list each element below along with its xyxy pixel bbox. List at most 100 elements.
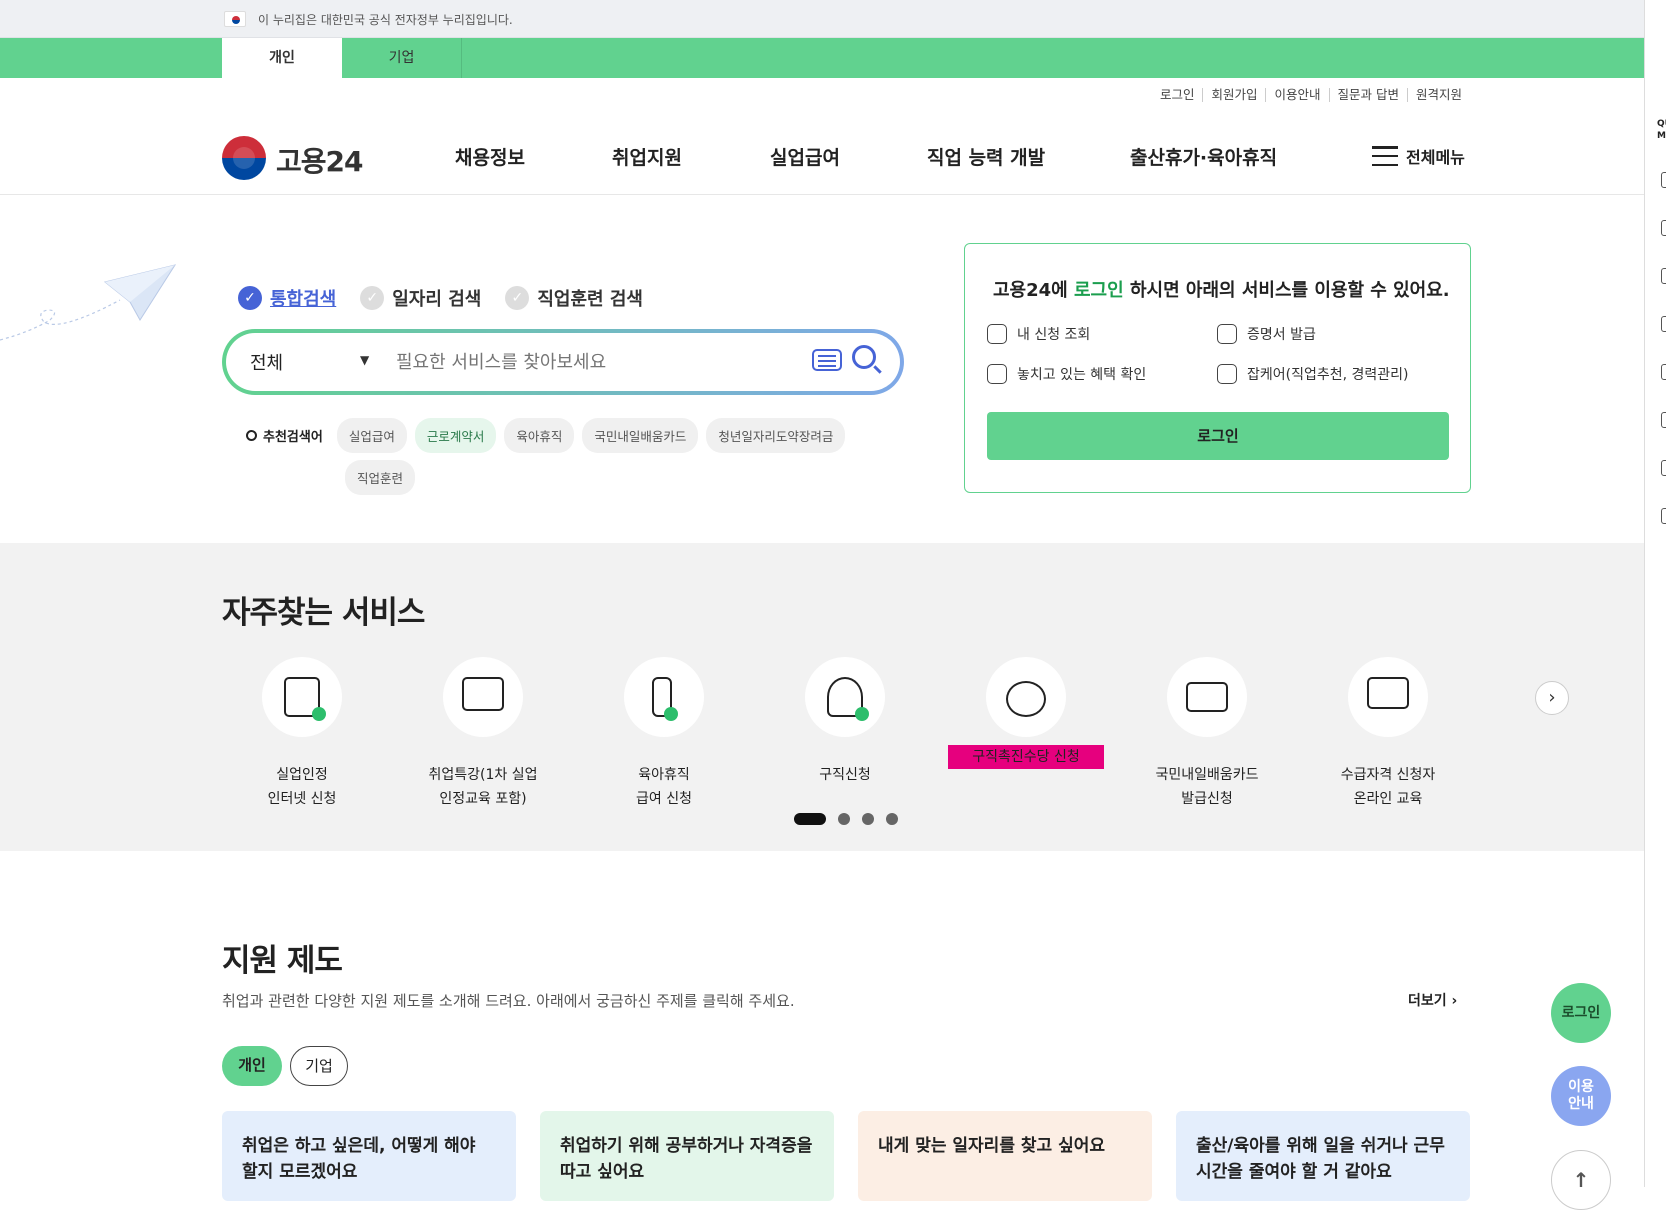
list-check-icon: [987, 324, 1007, 344]
gnb-employment-support[interactable]: 취업지원: [612, 143, 682, 170]
tab-business[interactable]: 기업: [342, 38, 462, 78]
support-card[interactable]: 내게 맞는 일자리를 찾고 싶어요: [858, 1111, 1152, 1201]
service-item[interactable]: 취업특강(1차 실업 인정교육 포함): [403, 657, 563, 811]
baby-bottle-icon: [652, 677, 678, 721]
keyword-chip[interactable]: 근로계약서: [414, 418, 497, 453]
service-item[interactable]: 육아휴직 급여 신청: [584, 657, 744, 811]
support-card[interactable]: 출산/육아를 위해 일을 쉬거나 근무시간을 줄여야 할 거 같아요: [1176, 1111, 1470, 1201]
section-title: 지원 제도: [222, 943, 343, 979]
gov-banner: 이 누리집은 대한민국 공식 전자정부 누리집입니다.: [0, 0, 1644, 38]
gnb-parental-leave[interactable]: 출산휴가·육아휴직: [1130, 143, 1277, 170]
money-bag-icon: [1006, 681, 1046, 717]
search-box: 전체 ▼: [222, 329, 904, 395]
floating-login-button[interactable]: 로그인: [1551, 983, 1611, 1043]
keyboard-icon[interactable]: [812, 349, 842, 371]
scroll-top-button[interactable]: ↑: [1551, 1150, 1611, 1210]
presentation-board-icon: [462, 677, 504, 711]
all-menu-button[interactable]: 전체메뉴: [1372, 144, 1465, 168]
tab-personal[interactable]: 개인: [222, 38, 342, 78]
document-pen-icon: [284, 677, 326, 721]
certificate-icon: [1217, 324, 1237, 344]
utility-links: 로그인 회원가입 이용안내 질문과 답변 원격지원: [1152, 88, 1470, 102]
all-menu-label: 전체메뉴: [1406, 148, 1465, 167]
section-title: 자주찾는 서비스: [222, 595, 425, 631]
search-category-select[interactable]: 전체: [250, 349, 283, 375]
quick-menu-title: QUICK MENU: [1657, 119, 1666, 141]
support-description: 취업과 관련한 다양한 지원 제도를 소개해 드려요. 아래에서 궁금하신 주제…: [222, 992, 795, 1010]
my-application-link[interactable]: 내 신청 조회: [987, 324, 1090, 344]
korea-flag-icon: [224, 11, 246, 27]
logo-icon[interactable]: [222, 136, 266, 180]
login-button[interactable]: 로그인: [987, 412, 1449, 460]
gnb-unemployment-benefit[interactable]: 실업급여: [770, 143, 840, 170]
pager-dot[interactable]: [838, 813, 850, 825]
service-item-highlighted[interactable]: 구직촉진수당 신청: [946, 657, 1106, 769]
document-search-icon: [987, 364, 1007, 384]
rec-label: 추천검색어: [246, 426, 323, 445]
keyword-chip[interactable]: 국민내일배움카드: [582, 418, 699, 453]
util-qna-link[interactable]: 질문과 답변: [1328, 88, 1407, 102]
quick-menu-sidebar: QUICK MENU: [1644, 0, 1666, 1187]
paper-plane-icon: [0, 264, 177, 341]
service-item[interactable]: 국민내일배움카드 발급신청: [1127, 657, 1287, 811]
pager-dot[interactable]: [862, 813, 874, 825]
recommended-keywords: 추천검색어 실업급여 근로계약서 육아휴직 국민내일배움카드 청년일자리도약장려…: [246, 418, 896, 453]
quick-menu-icon[interactable]: [1661, 316, 1666, 332]
service-item[interactable]: 실업인정 인터넷 신청: [222, 657, 382, 811]
quick-menu-icon[interactable]: [1661, 412, 1666, 428]
chevron-right-icon[interactable]: ›: [1535, 681, 1569, 715]
carousel-pager: [794, 813, 910, 825]
pager-dot[interactable]: [794, 813, 826, 825]
check-icon: ✓: [238, 286, 262, 310]
keyword-chip[interactable]: 실업급여: [336, 418, 407, 453]
gnb-jobs[interactable]: 채용정보: [455, 143, 525, 170]
quick-menu-icon[interactable]: [1661, 460, 1666, 476]
util-remote-link[interactable]: 원격지원: [1406, 88, 1470, 102]
quick-menu-icon[interactable]: [1661, 364, 1666, 380]
card-icon: [1186, 682, 1228, 712]
logo-text[interactable]: 고용24: [276, 140, 363, 180]
util-signup-link[interactable]: 회원가입: [1202, 88, 1265, 102]
gnb-skills[interactable]: 직업 능력 개발: [927, 143, 1045, 170]
person-pen-icon: [827, 677, 869, 721]
quick-menu-icon[interactable]: [1661, 268, 1666, 284]
hamburger-icon: [1372, 146, 1398, 166]
search-icon: [246, 430, 257, 441]
login-panel-title: 고용24에 로그인 하시면 아래의 서비스를 이용할 수 있어요.: [993, 280, 1450, 301]
tab-integrated-search[interactable]: ✓ 통합검색: [238, 285, 336, 311]
quick-menu-icon[interactable]: [1661, 508, 1666, 524]
pager-dot[interactable]: [886, 813, 898, 825]
clipboard-clock-icon: [1217, 364, 1237, 384]
more-link[interactable]: 더보기 ›: [1408, 990, 1457, 1010]
support-card[interactable]: 취업은 하고 싶은데, 어떻게 해야 할지 모르겠어요: [222, 1111, 516, 1201]
certificate-link[interactable]: 증명서 발급: [1217, 324, 1316, 344]
search-tabs: ✓ 통합검색 ✓ 일자리 검색 ✓ 직업훈련 검색: [238, 285, 667, 311]
tab-job-search[interactable]: ✓ 일자리 검색: [360, 285, 481, 311]
service-item[interactable]: 구직신청: [765, 657, 925, 787]
util-login-link[interactable]: 로그인: [1152, 88, 1203, 102]
header: 고용24 채용정보 취업지원 실업급여 직업 능력 개발 출산휴가·육아휴직 전…: [0, 110, 1644, 195]
jobcare-link[interactable]: 잡케어(직업추천, 경력관리): [1217, 364, 1409, 384]
keyword-chip[interactable]: 청년일자리도약장려금: [706, 418, 846, 453]
check-icon: ✓: [505, 286, 530, 310]
filter-business[interactable]: 기업: [290, 1046, 348, 1086]
floating-guide-button[interactable]: 이용 안내: [1551, 1066, 1611, 1126]
util-guide-link[interactable]: 이용안내: [1265, 88, 1328, 102]
search-icon[interactable]: [852, 345, 876, 369]
filter-personal[interactable]: 개인: [222, 1046, 282, 1086]
tab-training-search[interactable]: ✓ 직업훈련 검색: [505, 285, 643, 311]
support-card[interactable]: 취업하기 위해 공부하거나 자격증을 따고 싶어요: [540, 1111, 834, 1201]
login-panel: 고용24에 로그인 하시면 아래의 서비스를 이용할 수 있어요. 내 신청 조…: [964, 243, 1471, 493]
gov-banner-text: 이 누리집은 대한민국 공식 전자정부 누리집입니다.: [258, 13, 513, 27]
frequent-services-section: 자주찾는 서비스 실업인정 인터넷 신청 취업특강(1차 실업 인정교육 포함) 육…: [0, 543, 1644, 851]
chevron-down-icon[interactable]: ▼: [360, 353, 369, 367]
keyword-chip[interactable]: 직업훈련: [345, 460, 416, 495]
service-item[interactable]: 수급자격 신청자 온라인 교육: [1308, 657, 1468, 811]
monitor-play-icon: [1367, 677, 1409, 709]
check-icon: ✓: [360, 286, 385, 310]
search-input[interactable]: [396, 341, 776, 383]
keyword-chip[interactable]: 육아휴직: [504, 418, 575, 453]
quick-menu-icon[interactable]: [1661, 220, 1666, 236]
missed-benefits-link[interactable]: 놓치고 있는 혜택 확인: [987, 364, 1146, 384]
quick-menu-icon[interactable]: [1661, 172, 1666, 188]
